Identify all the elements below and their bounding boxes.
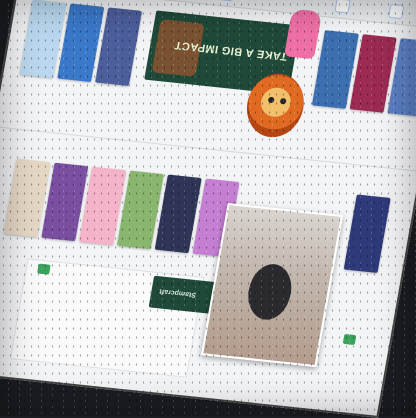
banner-small-caption: Stampcraft [158,287,197,299]
screen: TAKE A BIG IMPACT Stampcraft [0,0,416,418]
green-action-icon[interactable] [342,333,357,346]
detail-panel [9,258,205,378]
filter-chip[interactable] [334,0,351,14]
filter-chip[interactable] [388,3,405,20]
photo-subject [244,262,296,322]
green-action-icon[interactable] [37,263,51,275]
filter-chip[interactable] [218,0,236,2]
featured-photo[interactable] [200,202,344,368]
product-thumbnail[interactable] [343,194,391,274]
